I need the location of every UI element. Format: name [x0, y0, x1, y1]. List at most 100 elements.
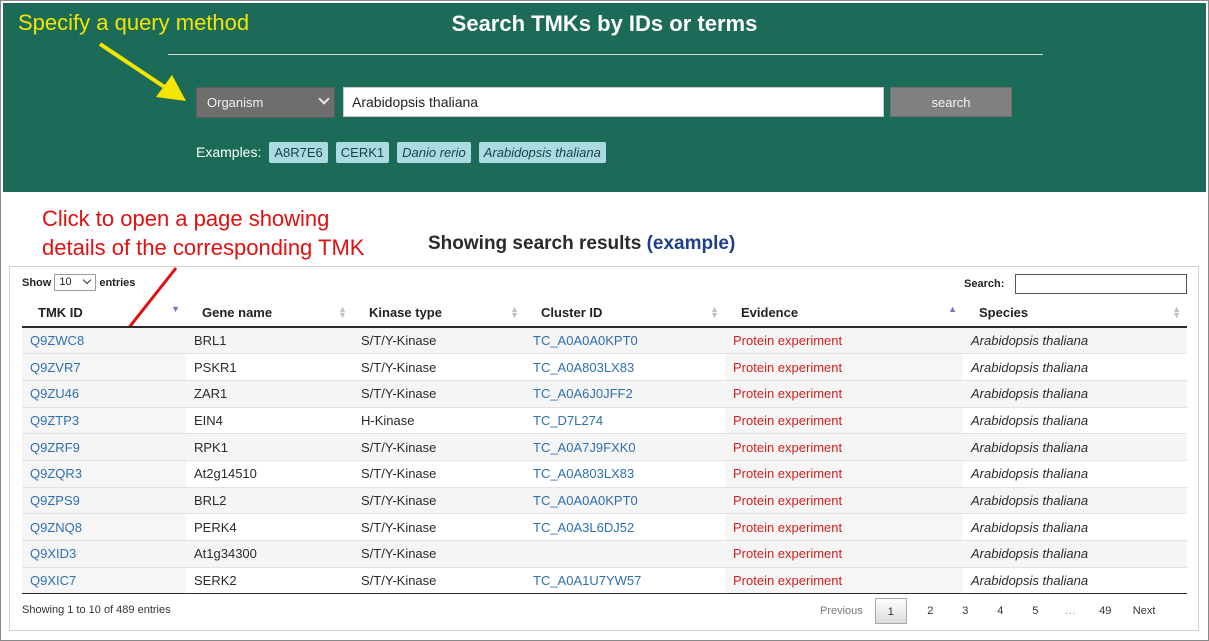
- chevron-down-icon: [83, 275, 92, 285]
- species-cell: Arabidopsis thaliana: [963, 540, 1187, 568]
- gene-name-cell: EIN4: [186, 406, 353, 434]
- tmk-id-link[interactable]: Q9ZTP3: [22, 406, 186, 434]
- gene-name-cell: PSKR1: [186, 353, 353, 381]
- tmk-id-link[interactable]: Q9ZWC8: [22, 326, 186, 354]
- show-label: Show: [22, 276, 52, 289]
- gene-name-cell: PERK4: [186, 513, 353, 541]
- kinase-type-cell: S/T/Y-Kinase: [353, 379, 525, 408]
- example-chip[interactable]: Danio rerio: [397, 141, 471, 163]
- gene-name-cell: RPK1: [186, 433, 353, 461]
- species-cell: Arabidopsis thaliana: [963, 486, 1187, 514]
- page-length-value: 10: [59, 276, 72, 288]
- header-divider: [168, 54, 1043, 55]
- kinase-type-cell: S/T/Y-Kinase: [353, 459, 525, 488]
- page-button[interactable]: 4: [983, 598, 1018, 624]
- search-button[interactable]: search: [890, 87, 1012, 117]
- evidence-cell: Protein experiment: [725, 433, 963, 461]
- annotation-click-hint: Click to open a page showing details of …: [42, 204, 422, 262]
- table-row: Q9ZNQ8 PERK4 S/T/Y-Kinase TC_A0A3L6DJ52 …: [22, 513, 1187, 541]
- cluster-id-link[interactable]: TC_D7L274: [525, 406, 725, 434]
- table-search-input[interactable]: [1015, 274, 1187, 294]
- kinase-type-cell: H-Kinase: [353, 406, 525, 434]
- table-info: Showing 1 to 10 of 489 entries: [22, 604, 171, 616]
- tmk-id-link[interactable]: Q9ZPS9: [22, 486, 186, 514]
- gene-name-cell: At2g14510: [186, 459, 353, 488]
- annotation-click-hint-line: Click to open a page showing: [42, 206, 330, 231]
- tmk-id-link[interactable]: Q9ZRF9: [22, 433, 186, 461]
- cluster-id-link[interactable]: TC_A0A6J0JFF2: [525, 379, 725, 408]
- page-length-select[interactable]: 10: [54, 274, 97, 291]
- example-link[interactable]: (example): [647, 233, 736, 254]
- example-chip[interactable]: A8R7E6: [269, 141, 328, 163]
- kinase-type-cell: S/T/Y-Kinase: [353, 540, 525, 568]
- column-header-species[interactable]: Species ▲ ▼: [963, 298, 1187, 328]
- table-row: Q9ZRF9 RPK1 S/T/Y-Kinase TC_A0A7J9FXK0 P…: [22, 433, 1187, 461]
- species-cell: Arabidopsis thaliana: [963, 459, 1187, 488]
- species-cell: Arabidopsis thaliana: [963, 433, 1187, 461]
- entries-label: entries: [99, 276, 136, 289]
- query-method-select[interactable]: Organism: [196, 87, 335, 118]
- evidence-cell: Protein experiment: [725, 459, 963, 488]
- evidence-cell: Protein experiment: [725, 513, 963, 541]
- results-table: TMK ID ▼ Gene name ▲ ▼ Kinase type ▲ ▼ Clu…: [22, 298, 1187, 595]
- cluster-id-link[interactable]: TC_A0A1U7YW57: [525, 566, 725, 595]
- kinase-type-cell: S/T/Y-Kinase: [353, 326, 525, 354]
- table-search-label: Search:: [964, 278, 1005, 290]
- page-button[interactable]: 2: [913, 598, 948, 624]
- cluster-id-link[interactable]: TC_A0A0A0KPT0: [525, 486, 725, 514]
- sort-both-icon: ▲ ▼: [1172, 304, 1181, 320]
- gene-name-cell: At1g34300: [186, 540, 353, 568]
- cluster-id-link[interactable]: TC_A0A0A0KPT0: [525, 326, 725, 354]
- tmk-id-link[interactable]: Q9ZNQ8: [22, 513, 186, 541]
- page-button[interactable]: 3: [948, 598, 983, 624]
- sort-desc-icon: ▼: [171, 304, 180, 314]
- tmk-id-link[interactable]: Q9XIC7: [22, 566, 186, 595]
- evidence-cell: Protein experiment: [725, 540, 963, 568]
- sort-both-icon: ▲ ▼: [338, 304, 347, 320]
- column-header-cluster-id[interactable]: Cluster ID ▲ ▼: [525, 298, 725, 328]
- evidence-cell: Protein experiment: [725, 486, 963, 514]
- table-row: Q9ZQR3 At2g14510 S/T/Y-Kinase TC_A0A803L…: [22, 459, 1187, 488]
- column-header-evidence[interactable]: Evidence ▲: [725, 298, 963, 328]
- evidence-cell: Protein experiment: [725, 326, 963, 354]
- species-cell: Arabidopsis thaliana: [963, 353, 1187, 381]
- page-ellipsis: …: [1064, 605, 1076, 617]
- column-header-kinase-type[interactable]: Kinase type ▲ ▼: [353, 298, 525, 328]
- sort-both-icon: ▲ ▼: [710, 304, 719, 320]
- gene-name-cell: SERK2: [186, 566, 353, 595]
- example-chip[interactable]: Arabidopsis thaliana: [478, 141, 606, 163]
- evidence-cell: Protein experiment: [725, 566, 963, 595]
- page-button-current[interactable]: 1: [874, 598, 907, 624]
- species-cell: Arabidopsis thaliana: [963, 513, 1187, 541]
- tmk-id-link[interactable]: Q9ZQR3: [22, 459, 186, 488]
- sort-asc-icon: ▲: [948, 304, 957, 314]
- kinase-type-cell: S/T/Y-Kinase: [353, 353, 525, 381]
- next-page-button[interactable]: Next: [1123, 598, 1166, 624]
- tmk-id-link[interactable]: Q9ZU46: [22, 379, 186, 408]
- column-header-gene-name[interactable]: Gene name ▲ ▼: [186, 298, 353, 328]
- cluster-id-link[interactable]: [525, 540, 725, 568]
- cluster-id-link[interactable]: TC_A0A3L6DJ52: [525, 513, 725, 541]
- species-cell: Arabidopsis thaliana: [963, 406, 1187, 434]
- kinase-type-cell: S/T/Y-Kinase: [353, 513, 525, 541]
- query-input[interactable]: [343, 87, 884, 117]
- cluster-id-link[interactable]: TC_A0A803LX83: [525, 459, 725, 488]
- cluster-id-link[interactable]: TC_A0A7J9FXK0: [525, 433, 725, 461]
- table-row: Q9ZTP3 EIN4 H-Kinase TC_D7L274 Protein e…: [22, 406, 1187, 434]
- example-chip[interactable]: CERK1: [335, 141, 390, 163]
- column-header-tmk-id[interactable]: TMK ID ▼: [22, 298, 186, 328]
- previous-page-button[interactable]: Previous: [812, 598, 875, 624]
- tmk-id-link[interactable]: Q9XID3: [22, 540, 186, 568]
- cluster-id-link[interactable]: TC_A0A803LX83: [525, 353, 725, 381]
- examples-row: Examples: A8R7E6 CERK1 Danio rerio Arabi…: [196, 140, 606, 164]
- tmk-id-link[interactable]: Q9ZVR7: [22, 353, 186, 381]
- annotation-click-hint-line: details of the corresponding TMK: [42, 235, 365, 260]
- evidence-cell: Protein experiment: [725, 379, 963, 408]
- page-button[interactable]: 49: [1088, 598, 1123, 624]
- table-row: Q9ZU46 ZAR1 S/T/Y-Kinase TC_A0A6J0JFF2 P…: [22, 379, 1187, 408]
- table-row: Q9ZWC8 BRL1 S/T/Y-Kinase TC_A0A0A0KPT0 P…: [22, 326, 1187, 354]
- results-heading-text: Showing search results: [428, 233, 642, 254]
- page-length-control: Show 10 entries: [22, 274, 135, 291]
- annotation-query-hint: Specify a query method: [18, 10, 250, 35]
- page-button[interactable]: 5: [1018, 598, 1053, 624]
